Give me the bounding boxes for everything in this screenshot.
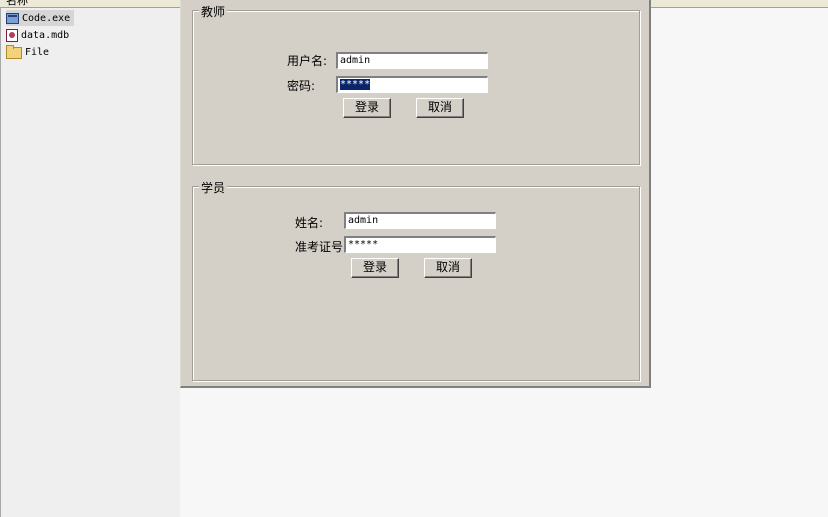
student-group: 学员 姓名: admin 准考证号 ***** 登录 取消 [192,179,640,381]
folder-icon [6,45,22,59]
username-label: 用户名: [287,54,328,68]
ticket-number-input[interactable]: ***** [344,236,496,253]
password-selected-text: ***** [340,79,371,90]
file-name: data.mdb [21,29,70,41]
file-item-data-mdb[interactable]: data.mdb [6,27,73,43]
teacher-group: 教师 用户名: admin 密码: ***** 登录 取消 [192,3,640,165]
name-input[interactable]: admin [344,212,496,229]
file-name: Code.exe [22,12,71,24]
student-login-button[interactable]: 登录 [351,258,399,278]
login-dialog: 教师 用户名: admin 密码: ***** 登录 取消 学员 姓名: adm… [180,0,651,388]
ticket-number-label: 准考证号 [295,240,344,254]
username-input[interactable]: admin [336,52,488,69]
file-name: File [25,46,50,58]
name-label: 姓名: [295,216,324,230]
password-input[interactable]: ***** [336,76,488,93]
file-item-file-folder[interactable]: File [6,44,53,60]
password-label: 密码: [287,79,316,93]
column-header-name[interactable]: 名称 [6,0,28,8]
teacher-group-title: 教师 [199,3,228,20]
student-group-title: 学员 [199,179,228,196]
file-list-pane [0,0,181,517]
teacher-login-button[interactable]: 登录 [343,98,391,118]
database-file-icon [6,28,18,42]
teacher-cancel-button[interactable]: 取消 [416,98,464,118]
exe-file-icon [6,13,19,24]
student-cancel-button[interactable]: 取消 [424,258,472,278]
file-item-code-exe[interactable]: Code.exe [6,10,75,26]
